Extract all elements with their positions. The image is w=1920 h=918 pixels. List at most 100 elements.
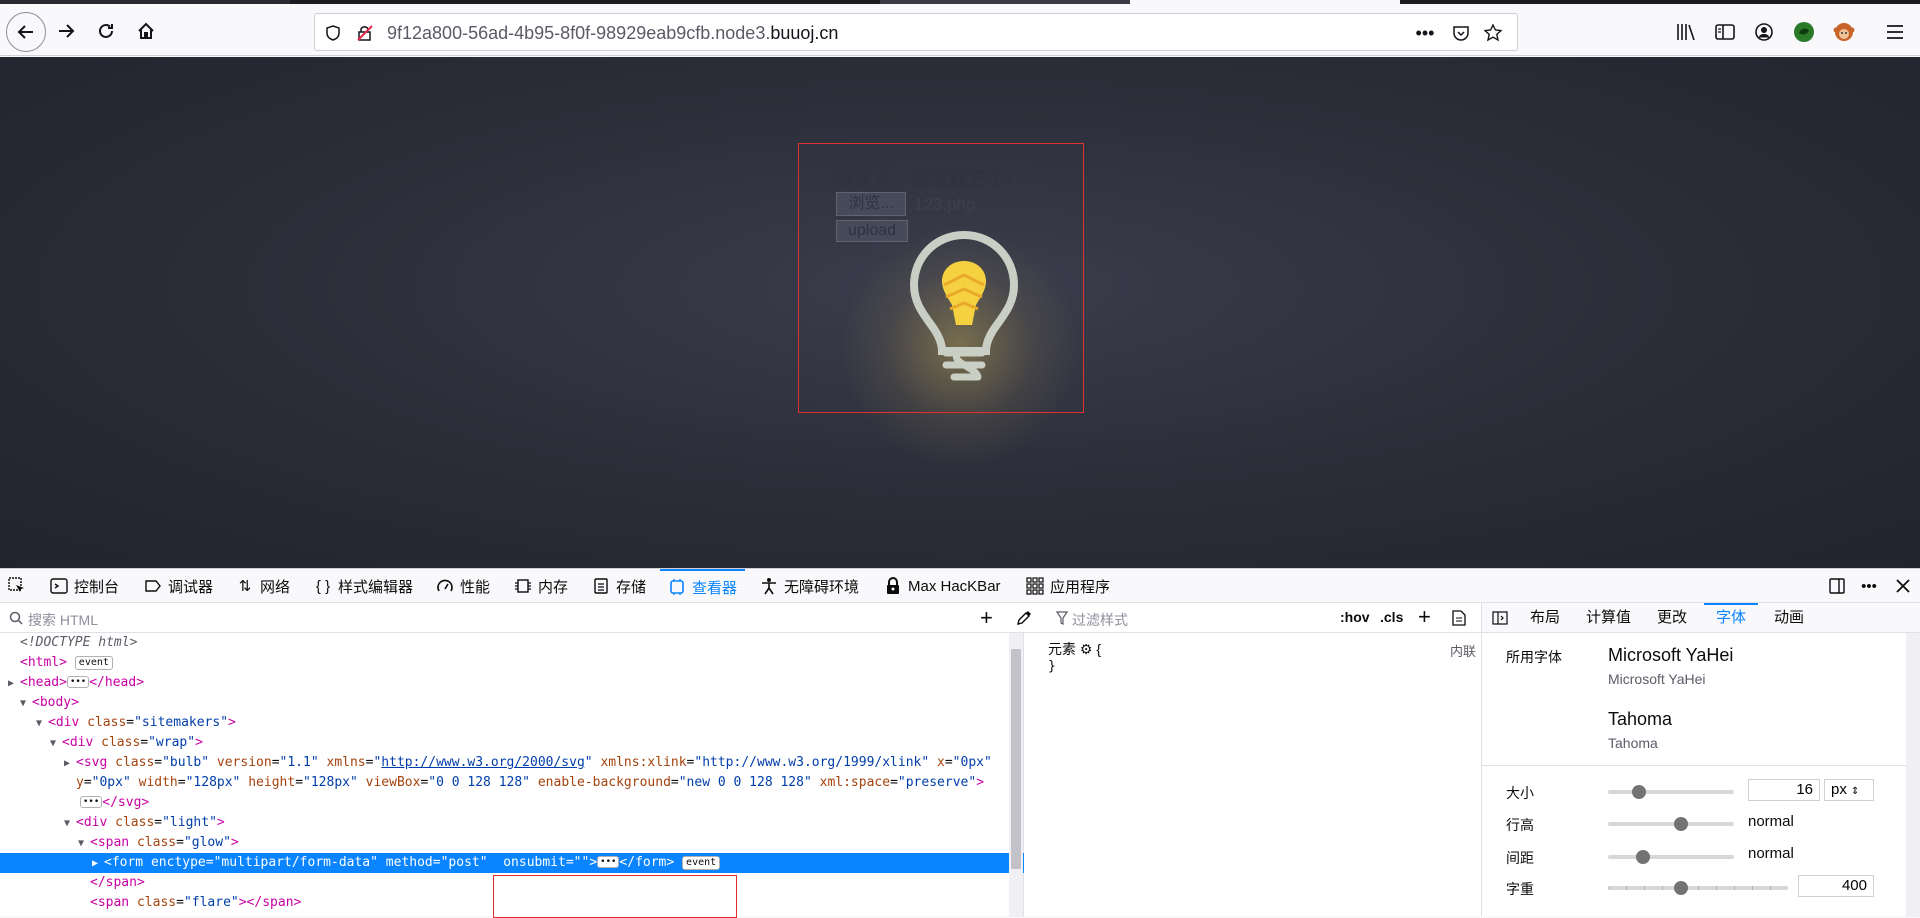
tree-node-div-sitemakers[interactable]: ▼ <div class="sitemakers"> [0, 713, 1024, 733]
tab-application[interactable]: 应用程序 [1026, 569, 1110, 603]
tree-node-svg-bulb[interactable]: ▶ <svg class="bulb" version="1.1" xmlns="… [0, 753, 1024, 773]
tree-node-span-glow[interactable]: ▼ <span class="glow"> [0, 833, 1024, 853]
add-rule-icon[interactable]: + [1418, 604, 1431, 630]
insecure-lock-icon[interactable] [355, 23, 375, 43]
performance-icon [436, 577, 454, 595]
collapse-triangle-icon[interactable]: ▼ [50, 734, 62, 754]
forward-button[interactable] [49, 14, 83, 48]
svg-namespace-link[interactable]: http://www.w3.org/2000/svg [381, 755, 585, 770]
devtools-close-button[interactable] [1894, 569, 1912, 603]
pocket-icon[interactable] [1451, 23, 1471, 43]
tab-label: 查看器 [692, 579, 738, 597]
tree-node-form-selected[interactable]: ▶ <form enctype="multipart/form-data" met… [0, 853, 1024, 873]
tab-label: 调试器 [168, 578, 214, 596]
page-actions-icon[interactable]: ••• [1415, 23, 1435, 43]
tree-node-div-light[interactable]: ▼ <div class="light"> [0, 813, 1024, 833]
tab-style-editor[interactable]: { } 样式编辑器 [314, 569, 413, 603]
spacing-value[interactable]: normal [1748, 845, 1794, 862]
print-media-icon[interactable] [1452, 610, 1466, 626]
file-browse-button[interactable]: 浏览... [836, 192, 906, 216]
cls-toggle[interactable]: .cls [1380, 609, 1403, 625]
library-icon[interactable] [1674, 20, 1698, 44]
tree-node-doctype[interactable]: <!DOCTYPE html> [0, 633, 1024, 653]
devtools-more-button[interactable]: ••• [1860, 569, 1878, 603]
slider-knob[interactable] [1636, 850, 1650, 864]
fonts-scrollbar[interactable] [1906, 633, 1920, 917]
event-badge[interactable]: event [74, 656, 113, 670]
size-input[interactable]: 16 [1748, 779, 1820, 801]
gear-icon[interactable]: ⚙ [1080, 641, 1093, 657]
collapsed-dots[interactable]: ••• [66, 676, 90, 688]
spacing-slider[interactable] [1608, 850, 1734, 864]
tab-accessibility[interactable]: 无障碍环境 [760, 569, 859, 603]
devtools-panel: 控制台 调试器 ⇅ 网络 { } 样式编辑器 性能 内存 存储 查看器 无障碍环… [0, 568, 1920, 918]
dock-side-button[interactable] [1828, 569, 1846, 603]
subtab-computed[interactable]: 计算值 [1586, 603, 1631, 633]
tree-node-html[interactable]: <html> event [0, 653, 1024, 673]
search-icon [9, 611, 23, 625]
element-rule-close: } [1048, 659, 1056, 674]
size-slider[interactable] [1608, 785, 1734, 799]
markup-scrollbar[interactable] [1009, 633, 1023, 917]
tab-max-hackbar[interactable]: Max HacKBar [884, 569, 1001, 603]
scrollbar-thumb[interactable] [1011, 649, 1021, 869]
collapse-triangle-icon[interactable]: ▼ [36, 714, 48, 734]
expand-triangle-icon[interactable]: ▶ [64, 754, 76, 774]
used-fonts-label: 所用字体 [1506, 649, 1562, 665]
back-button[interactable] [6, 12, 46, 52]
line-height-value[interactable]: normal [1748, 813, 1794, 830]
tab-storage[interactable]: 存储 [592, 569, 646, 603]
tab-network[interactable]: ⇅ 网络 [236, 569, 290, 603]
bookmark-star-icon[interactable] [1483, 23, 1503, 43]
styles-filter-bar[interactable]: 过滤样式 :hov .cls + [1024, 603, 1482, 633]
tab-performance[interactable]: 性能 [436, 569, 490, 603]
close-icon [1894, 577, 1912, 595]
tree-node-head[interactable]: ▶ <head> ••• </head> [0, 673, 1024, 693]
more-dots-icon: ••• [1861, 577, 1877, 595]
collapse-triangle-icon[interactable]: ▼ [64, 814, 76, 834]
add-node-icon[interactable]: + [980, 605, 993, 631]
slider-knob[interactable] [1632, 785, 1646, 799]
subtab-animations[interactable]: 动画 [1774, 603, 1804, 633]
debugger-icon [144, 577, 162, 595]
account-icon[interactable] [1752, 20, 1776, 44]
toggle-pane-icon[interactable] [1492, 611, 1508, 625]
tab-console[interactable]: 控制台 [50, 569, 119, 603]
url-text[interactable]: 9f12a800-56ad-4b95-8f0f-98929eab9cfb.nod… [387, 23, 838, 44]
home-button[interactable] [129, 14, 163, 48]
weight-input[interactable]: 400 [1798, 875, 1874, 897]
tree-node-body[interactable]: ▼ <body> [0, 693, 1024, 713]
sidebar-icon[interactable] [1713, 20, 1737, 44]
extension-green-icon[interactable] [1792, 20, 1816, 44]
event-badge[interactable]: event [682, 856, 721, 870]
element-picker-button[interactable] [8, 569, 26, 603]
collapse-triangle-icon[interactable]: ▼ [78, 834, 90, 854]
expand-triangle-icon[interactable]: ▶ [92, 854, 104, 874]
tab-debugger[interactable]: 调试器 [144, 569, 213, 603]
collapse-triangle-icon[interactable]: ▼ [20, 694, 32, 714]
extension-monkey-icon[interactable] [1832, 20, 1856, 44]
size-unit-select[interactable]: px ⇕ [1824, 779, 1874, 801]
tree-node-div-wrap[interactable]: ▼ <div class="wrap"> [0, 733, 1024, 753]
shield-icon[interactable] [323, 23, 343, 43]
slider-knob[interactable] [1674, 881, 1688, 895]
reload-button[interactable] [89, 14, 123, 48]
tab-inspector[interactable]: 查看器 [660, 569, 746, 603]
html-search-bar[interactable]: 搜索 HTML + [0, 603, 1031, 633]
style-editor-icon: { } [315, 577, 331, 595]
collapsed-dots[interactable]: ••• [80, 796, 103, 808]
url-bar[interactable]: 9f12a800-56ad-4b95-8f0f-98929eab9cfb.nod… [314, 13, 1518, 51]
subtab-changes[interactable]: 更改 [1657, 603, 1687, 633]
slider-knob[interactable] [1674, 817, 1688, 831]
expand-triangle-icon[interactable]: ▶ [8, 674, 20, 694]
tab-memory[interactable]: 内存 [514, 569, 568, 603]
subtab-layout[interactable]: 布局 [1530, 603, 1560, 633]
menu-icon[interactable] [1883, 20, 1907, 44]
hov-toggle[interactable]: :hov [1340, 609, 1370, 625]
subtab-fonts[interactable]: 字体 [1704, 603, 1759, 633]
collapsed-dots[interactable]: ••• [597, 856, 620, 868]
line-height-slider[interactable] [1608, 817, 1734, 831]
weight-slider[interactable] [1608, 881, 1788, 895]
upload-button[interactable]: upload [836, 220, 908, 242]
rules-view: 过滤样式 :hov .cls + 元素 ⚙ { } 内联 [1024, 603, 1482, 917]
